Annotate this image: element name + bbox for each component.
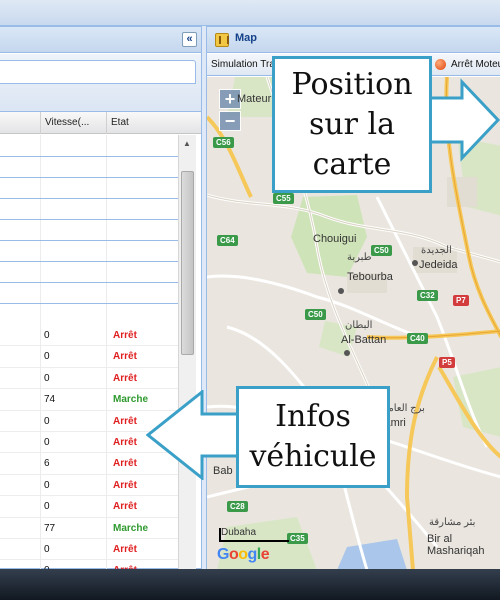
etat-cell: Arrêt [113,437,137,448]
speed-cell: 0 [44,501,50,513]
callout-text: carte [312,147,392,182]
callout-text: Infos [275,399,351,434]
speed-cell: 77 [44,522,56,534]
road-badge: C56 [213,137,234,148]
etat-cell: Arrêt [113,501,137,513]
table-row[interactable]: 0 Arrêt [0,368,178,390]
etat-cell: Marche [113,522,149,534]
empty-row [0,303,178,304]
speed-cell: 0 [44,330,50,341]
engine-status-icon [435,59,446,70]
etat-cell: Arrêt [113,544,137,555]
speed-cell: 0 [44,415,50,427]
place-label: بئر مشارقة [429,517,476,528]
place-label: Al-Battan [341,334,387,346]
place-label: Jedeida [419,259,458,271]
etat-cell: Arrêt [113,372,137,384]
road-badge: C35 [287,533,308,544]
speed-cell: 0 [44,372,50,384]
map-scale-bar [219,528,289,542]
speed-cell: 0 [44,544,50,555]
road-badge: C55 [273,193,294,204]
road-badge: C50 [305,309,326,320]
scroll-thumb[interactable] [181,171,194,355]
empty-row [0,177,178,178]
grid-header: Vitesse(... Etat [0,112,201,134]
place-label: Mateur [237,93,272,105]
place-label: Bir al Mashariqah [427,533,485,557]
column-header-etat[interactable]: Etat [106,112,178,134]
table-row[interactable]: 0 Arrêt [0,496,178,518]
speed-cell: 6 [44,458,50,470]
vehicle-list-panel: « Vitesse(... Etat 0 Arrêt 0 Arrêt 0 Arrêt 74 M… [0,26,202,587]
vehicle-list-header: « [0,27,201,53]
table-row[interactable]: 0 Arrêt [0,325,178,347]
map-header: Map [207,27,500,53]
speed-cell: 0 [44,437,50,448]
etat-cell: Arrêt [113,458,137,470]
table-row[interactable]: 0 Arrêt [0,539,178,561]
road-badge: C50 [371,245,392,256]
callout-text: véhicule [249,439,377,474]
place-label: Tebourba [347,271,393,283]
speed-cell: 74 [44,394,56,406]
engine-status-label: Arrêt Moteur [451,59,500,70]
table-row[interactable]: 0 Arrêt [0,346,178,368]
road-badge: P7 [453,295,469,306]
empty-row [0,156,178,157]
scroll-up-icon[interactable]: ▲ [183,139,191,148]
callout-text: sur la [308,107,396,142]
vehicle-list-toolbar [0,54,201,112]
column-header-speed[interactable]: Vitesse(... [40,112,106,134]
empty-row [0,261,178,262]
etat-cell: Marche [113,394,149,406]
place-label: Chouigui [313,233,357,245]
collapse-panel-button[interactable]: « [182,32,197,47]
table-row[interactable]: 77 Marche [0,518,178,539]
place-label: الجديدة [421,245,452,256]
callout-text: Position [291,67,413,102]
road-badge: C64 [217,235,238,246]
etat-cell: Arrêt [113,479,137,491]
place-label: البطان [345,320,373,331]
empty-row [0,198,178,199]
empty-row [0,282,178,283]
callout-arrow-left [146,390,238,480]
road-badge: C28 [227,501,248,512]
top-strip [0,0,500,26]
zoom-out-button[interactable]: − [219,111,241,131]
place-label: طبربة [347,252,372,263]
vehicle-list-tab[interactable] [0,60,196,84]
app-screen: « Vitesse(... Etat 0 Arrêt 0 Arrêt 0 Arrêt 74 M… [0,0,500,600]
grid-scrollbar[interactable]: ▲ ▼ [178,135,196,587]
etat-cell: Arrêt [113,351,137,363]
map-title: Map [235,32,257,44]
taskbar-strip [0,569,500,600]
speed-cell: 0 [44,351,50,363]
map-icon [215,33,229,47]
etat-cell: Arrêt [113,330,137,341]
callout-map-position: Position sur la carte [272,56,432,193]
callout-arrow-right [428,78,500,162]
etat-cell: Arrêt [113,415,137,427]
callout-vehicle-info: Infos véhicule [236,386,390,488]
road-badge: C32 [417,290,438,301]
empty-row [0,219,178,220]
google-logo: Google [217,546,270,563]
empty-row [0,240,178,241]
road-badge: P5 [439,357,455,368]
road-badge: C40 [407,333,428,344]
speed-cell: 0 [44,479,50,491]
grid-body: 0 Arrêt 0 Arrêt 0 Arrêt 74 Marche 0 Arrêt 0 Arrêt 6 A… [0,135,178,582]
